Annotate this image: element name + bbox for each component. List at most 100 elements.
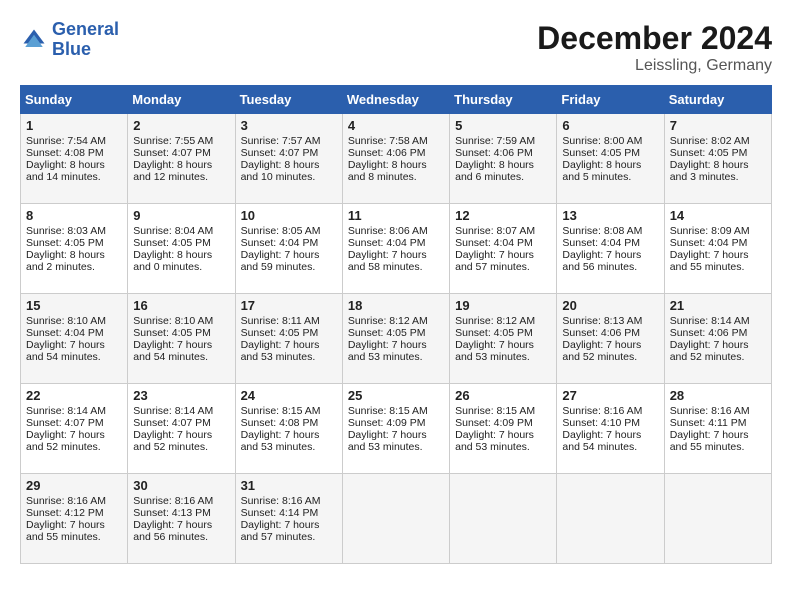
calendar-cell: 4Sunrise: 7:58 AMSunset: 4:06 PMDaylight… [342,114,449,204]
calendar-cell: 1Sunrise: 7:54 AMSunset: 4:08 PMDaylight… [21,114,128,204]
day-info-line: Daylight: 8 hours [133,159,212,171]
day-number: 3 [241,118,337,133]
day-info-line: Sunset: 4:09 PM [455,417,533,429]
day-info-line: Sunrise: 8:13 AM [562,315,642,327]
day-info-line: and 54 minutes. [26,351,101,363]
day-info-line: Sunrise: 8:16 AM [670,405,750,417]
day-info-line: Sunset: 4:13 PM [133,507,211,519]
calendar-cell: 25Sunrise: 8:15 AMSunset: 4:09 PMDayligh… [342,384,449,474]
day-info-line: Sunrise: 8:09 AM [670,225,750,237]
day-info-line: Sunrise: 7:58 AM [348,135,428,147]
calendar-week-row: 15Sunrise: 8:10 AMSunset: 4:04 PMDayligh… [21,294,772,384]
day-number: 18 [348,298,444,313]
day-info-line: Sunset: 4:05 PM [455,327,533,339]
month-title: December 2024 [537,20,772,57]
calendar-week-row: 1Sunrise: 7:54 AMSunset: 4:08 PMDaylight… [21,114,772,204]
day-info-line: Sunset: 4:07 PM [133,417,211,429]
calendar-cell: 27Sunrise: 8:16 AMSunset: 4:10 PMDayligh… [557,384,664,474]
calendar-cell: 15Sunrise: 8:10 AMSunset: 4:04 PMDayligh… [21,294,128,384]
day-info-line: Sunset: 4:11 PM [670,417,747,429]
day-info-line: Daylight: 7 hours [455,249,534,261]
day-number: 2 [133,118,229,133]
day-info-line: Daylight: 8 hours [241,159,320,171]
day-info-line: and 57 minutes. [455,261,530,273]
day-info-line: Sunrise: 8:14 AM [26,405,106,417]
calendar-cell [664,474,771,564]
day-number: 14 [670,208,766,223]
logo: General Blue [20,20,119,60]
day-info-line: Sunrise: 8:16 AM [26,495,106,507]
day-number: 22 [26,388,122,403]
day-info-line: Daylight: 8 hours [670,159,749,171]
calendar-cell: 19Sunrise: 8:12 AMSunset: 4:05 PMDayligh… [450,294,557,384]
day-info-line: Sunrise: 8:04 AM [133,225,213,237]
day-number: 29 [26,478,122,493]
day-info-line: and 53 minutes. [241,351,316,363]
logo-line2: Blue [52,39,91,59]
day-number: 21 [670,298,766,313]
day-info-line: and 54 minutes. [133,351,208,363]
day-info-line: Daylight: 7 hours [455,429,534,441]
day-info-line: Daylight: 7 hours [455,339,534,351]
day-info-line: Daylight: 8 hours [562,159,641,171]
day-info-line: Sunrise: 8:11 AM [241,315,320,327]
calendar-cell: 6Sunrise: 8:00 AMSunset: 4:05 PMDaylight… [557,114,664,204]
day-info-line: and 53 minutes. [455,441,530,453]
day-number: 11 [348,208,444,223]
day-number: 24 [241,388,337,403]
calendar-cell: 22Sunrise: 8:14 AMSunset: 4:07 PMDayligh… [21,384,128,474]
day-info-line: Daylight: 8 hours [348,159,427,171]
calendar-cell: 9Sunrise: 8:04 AMSunset: 4:05 PMDaylight… [128,204,235,294]
day-number: 30 [133,478,229,493]
calendar-cell: 21Sunrise: 8:14 AMSunset: 4:06 PMDayligh… [664,294,771,384]
day-number: 5 [455,118,551,133]
weekday-header: Monday [128,86,235,114]
day-info-line: Daylight: 8 hours [26,249,105,261]
day-info-line: Daylight: 7 hours [133,519,212,531]
day-info-line: Daylight: 7 hours [133,429,212,441]
day-info-line: Sunrise: 8:15 AM [241,405,321,417]
day-number: 19 [455,298,551,313]
day-number: 23 [133,388,229,403]
day-info-line: Sunset: 4:07 PM [133,147,211,159]
calendar-cell: 12Sunrise: 8:07 AMSunset: 4:04 PMDayligh… [450,204,557,294]
day-info-line: and 3 minutes. [670,171,739,183]
calendar-cell: 24Sunrise: 8:15 AMSunset: 4:08 PMDayligh… [235,384,342,474]
calendar-cell: 14Sunrise: 8:09 AMSunset: 4:04 PMDayligh… [664,204,771,294]
day-number: 13 [562,208,658,223]
day-info-line: Daylight: 7 hours [562,429,641,441]
day-info-line: Daylight: 7 hours [562,249,641,261]
day-info-line: Daylight: 7 hours [670,429,749,441]
calendar-cell: 17Sunrise: 8:11 AMSunset: 4:05 PMDayligh… [235,294,342,384]
day-info-line: and 56 minutes. [562,261,637,273]
day-info-line: Sunrise: 7:59 AM [455,135,535,147]
day-info-line: Daylight: 7 hours [348,339,427,351]
day-info-line: Sunrise: 8:07 AM [455,225,535,237]
day-info-line: Daylight: 8 hours [455,159,534,171]
day-info-line: Sunrise: 8:08 AM [562,225,642,237]
day-number: 27 [562,388,658,403]
day-info-line: and 0 minutes. [133,261,202,273]
day-info-line: Daylight: 7 hours [133,339,212,351]
day-info-line: Daylight: 7 hours [562,339,641,351]
day-info-line: Sunrise: 8:14 AM [670,315,750,327]
day-info-line: Sunset: 4:05 PM [670,147,748,159]
calendar-cell: 13Sunrise: 8:08 AMSunset: 4:04 PMDayligh… [557,204,664,294]
day-info-line: Sunrise: 8:10 AM [133,315,213,327]
calendar-cell: 20Sunrise: 8:13 AMSunset: 4:06 PMDayligh… [557,294,664,384]
day-number: 9 [133,208,229,223]
day-info-line: Sunrise: 8:16 AM [133,495,213,507]
day-info-line: Sunset: 4:05 PM [241,327,319,339]
day-info-line: Sunrise: 7:57 AM [241,135,321,147]
day-number: 25 [348,388,444,403]
day-info-line: Sunrise: 8:12 AM [348,315,428,327]
day-number: 20 [562,298,658,313]
day-info-line: and 55 minutes. [26,531,101,543]
calendar-cell: 5Sunrise: 7:59 AMSunset: 4:06 PMDaylight… [450,114,557,204]
day-info-line: and 2 minutes. [26,261,95,273]
day-info-line: Daylight: 7 hours [241,429,320,441]
day-info-line: Sunset: 4:08 PM [26,147,104,159]
day-info-line: Sunset: 4:04 PM [241,237,319,249]
calendar-cell: 16Sunrise: 8:10 AMSunset: 4:05 PMDayligh… [128,294,235,384]
day-info-line: Daylight: 7 hours [670,339,749,351]
